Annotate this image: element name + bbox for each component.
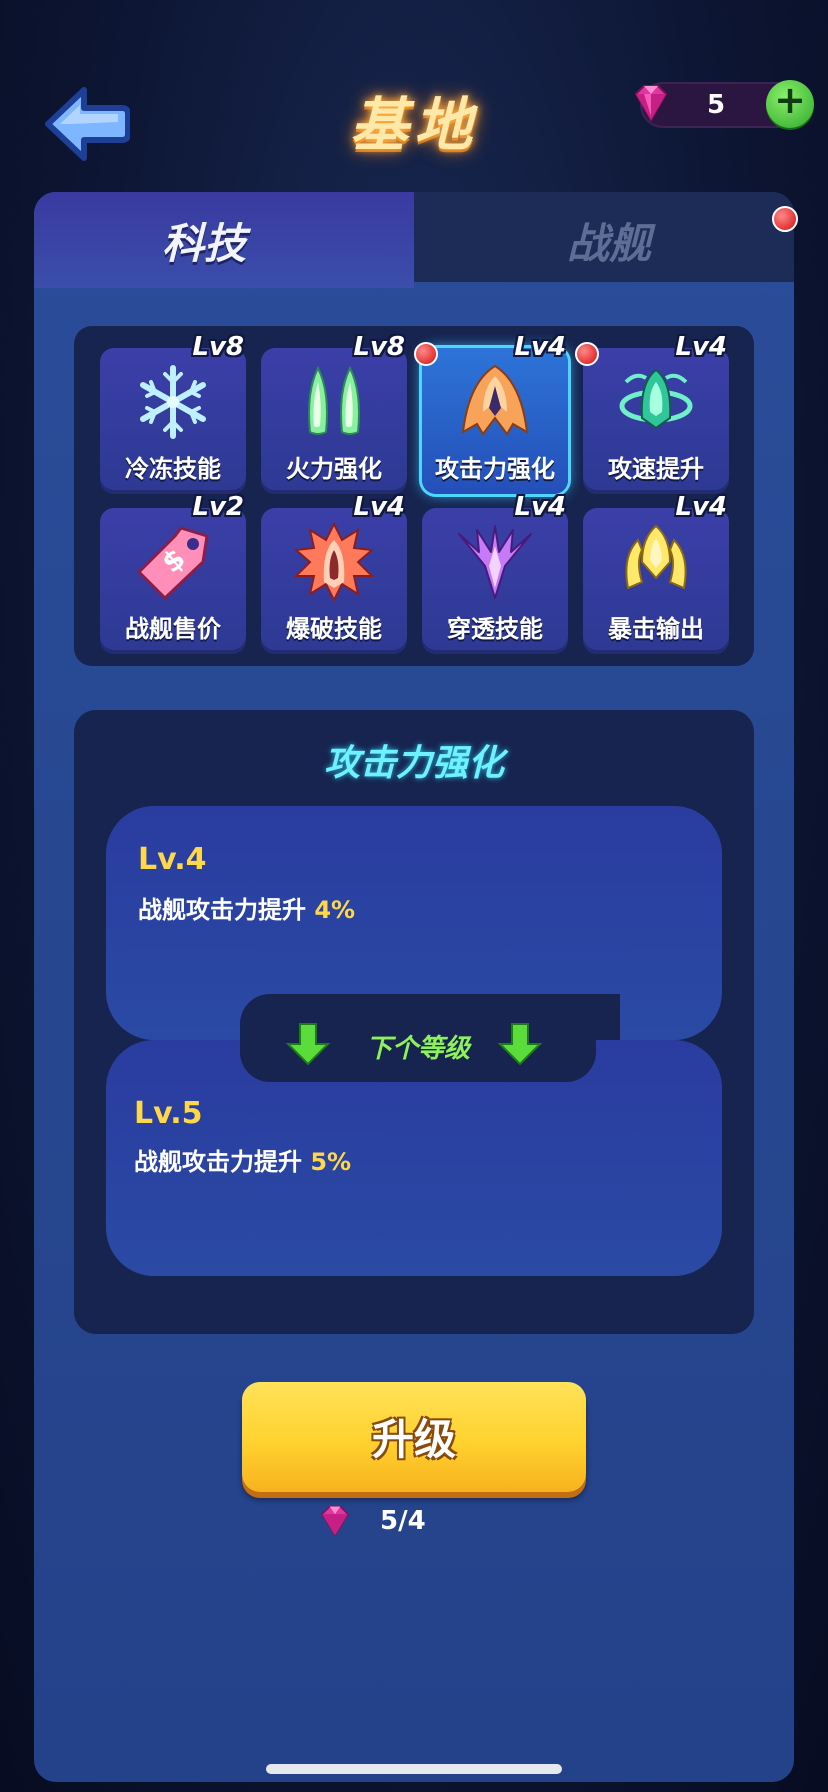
skill-level: Lv4 <box>514 332 566 362</box>
skill-firepower[interactable]: Lv8 火力强化 <box>261 332 407 494</box>
home-indicator[interactable] <box>266 1764 562 1774</box>
skill-crit[interactable]: Lv4 暴击输出 <box>583 492 729 654</box>
skill-level: Lv4 <box>675 492 727 522</box>
price-tag-icon: $ <box>137 526 209 600</box>
next-desc-text: 战舰攻击力提升 <box>134 1148 302 1176</box>
notification-dot <box>414 342 438 366</box>
blast-icon <box>294 522 374 602</box>
skill-level: Lv4 <box>514 492 566 522</box>
skill-name: 暴击输出 <box>608 615 704 643</box>
skill-level: Lv2 <box>192 492 244 522</box>
attack-ship-icon <box>461 364 529 436</box>
skill-attack[interactable]: Lv4 攻击力强化 <box>414 332 568 494</box>
current-level: Lv.4 <box>138 842 207 877</box>
detail-title: 攻击力强化 <box>323 743 504 784</box>
current-desc-text: 战舰攻击力提升 <box>138 896 306 924</box>
twin-flames-icon <box>308 365 360 435</box>
crit-crown-icon <box>625 524 687 590</box>
skill-pierce[interactable]: Lv4 穿透技能 <box>422 492 568 654</box>
notification-dot <box>772 206 798 232</box>
skill-level: Lv8 <box>353 332 405 362</box>
next-pct: 5% <box>310 1148 352 1176</box>
speed-orbit-icon <box>619 368 693 430</box>
current-desc: 战舰攻击力提升 4% <box>138 890 355 925</box>
upgrade-label: 升级 <box>371 1415 456 1464</box>
skill-name: 攻击力强化 <box>435 455 555 483</box>
skill-name: 攻速提升 <box>608 455 704 483</box>
tab-tech-label: 科技 <box>161 219 246 268</box>
skill-attack-speed[interactable]: Lv4 攻速提升 <box>575 332 729 494</box>
add-gems-button[interactable]: + <box>766 78 814 128</box>
next-desc: 战舰攻击力提升 5% <box>134 1142 351 1177</box>
pierce-icon <box>458 525 532 599</box>
skill-name: 穿透技能 <box>447 615 543 643</box>
skill-freeze[interactable]: Lv8 冷冻技能 <box>100 332 246 494</box>
skill-sell-price[interactable]: Lv2 $ 战舰售价 <box>100 492 246 654</box>
skill-level: Lv4 <box>675 332 727 362</box>
gem-count: 5 <box>706 90 726 120</box>
notification-dot <box>575 342 599 366</box>
skill-name: 爆破技能 <box>286 615 382 643</box>
next-level: Lv.5 <box>134 1096 203 1131</box>
skill-name: 火力强化 <box>286 455 382 483</box>
current-pct: 4% <box>314 896 356 924</box>
skill-blast[interactable]: Lv4 爆破技能 <box>261 492 407 654</box>
skill-name: 战舰售价 <box>125 615 221 643</box>
down-arrow-icon <box>497 1023 543 1066</box>
skill-name: 冷冻技能 <box>125 455 221 483</box>
gem-icon <box>321 1505 349 1537</box>
tab-warships-label: 战舰 <box>566 219 651 268</box>
plus-icon: + <box>774 78 806 122</box>
gem-icon <box>634 85 668 123</box>
skill-level: Lv8 <box>192 332 244 362</box>
snowflake-icon <box>140 365 206 439</box>
upgrade-cost: 5/4 <box>380 1506 426 1536</box>
skill-level: Lv4 <box>353 492 405 522</box>
upgrade-button[interactable]: 升级 <box>242 1382 586 1492</box>
